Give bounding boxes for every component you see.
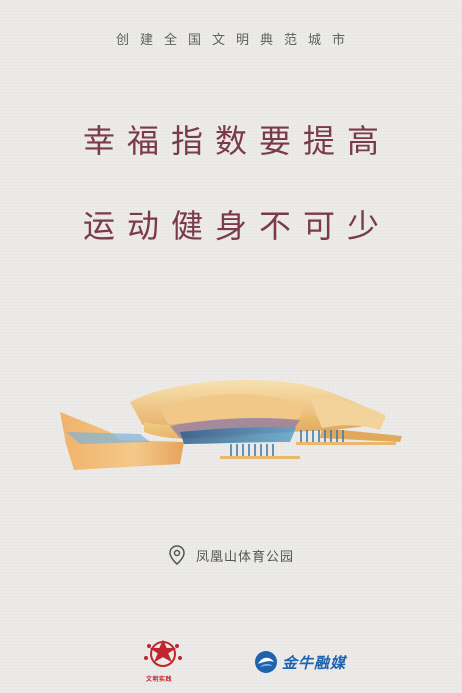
headline-line-1: 幸福指数要提高: [82, 122, 391, 160]
location-pin-icon: [169, 545, 185, 565]
right-logo-text: 金牛融媒: [282, 653, 347, 672]
jinniu-media-logo: 金牛融媒: [254, 650, 346, 674]
left-logo-text: 文明实践: [146, 676, 173, 683]
location-label: 凤凰山体育公园: [0, 545, 462, 565]
location-name: 凤凰山体育公园: [195, 549, 294, 565]
footer-logos: 文明实践 金牛融媒: [0, 636, 462, 683]
headline-line-2: 运动健身不可少: [82, 207, 391, 245]
jinniu-media-emblem-icon: [255, 651, 277, 673]
poster-background: 创建全国文明典范城市 幸福指数要提高 运动健身不可少 凤凰山体育公园 文明实践 …: [0, 0, 462, 693]
top-slogan: 创建全国文明典范城市: [115, 33, 356, 48]
stadium-illustration: [60, 379, 402, 470]
